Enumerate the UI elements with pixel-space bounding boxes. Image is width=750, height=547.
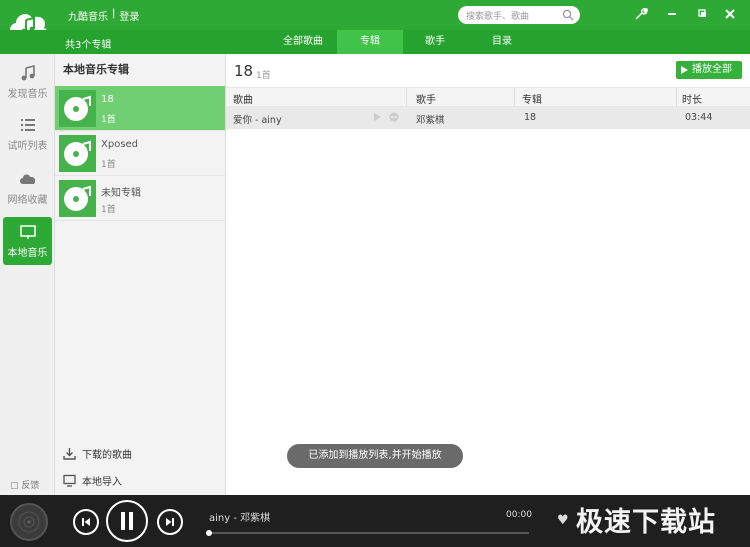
progress-knob[interactable] [206, 530, 212, 536]
sidebar-item-label: 本地音乐 [7, 248, 48, 259]
progress-slider[interactable] [206, 530, 529, 536]
now-playing-disc[interactable] [10, 503, 48, 541]
tab-albums[interactable]: 专辑 [337, 30, 403, 54]
search-icon[interactable] [562, 9, 574, 21]
downloaded-songs-link[interactable]: 下载的歌曲 [63, 446, 132, 461]
pause-button[interactable] [106, 500, 148, 542]
feedback-link[interactable]: ▢ 反馈 [10, 478, 39, 491]
album-item[interactable]: 18 1首 [55, 86, 225, 131]
tab-bar: 共3个专辑 全部歌曲 专辑 歌手 目录 [0, 30, 750, 54]
album-count: 共3个专辑 [65, 40, 112, 51]
column-duration[interactable]: 时长 [682, 91, 702, 106]
table-row[interactable]: 爱你 - ainy 邓紫棋 18 03:44 [226, 107, 750, 129]
search-placeholder: 搜索歌手、歌曲 [466, 12, 530, 22]
play-icon [681, 66, 688, 74]
download-icon [63, 448, 76, 460]
more-icon[interactable] [389, 112, 399, 122]
monitor-icon [19, 225, 36, 239]
song-title: 爱你 - ainy [233, 115, 282, 126]
minimize-icon[interactable] [664, 6, 680, 22]
album-song-count: 1首 [101, 160, 116, 170]
skip-next-icon [166, 518, 174, 526]
sidebar-item-local-music[interactable]: 本地音乐 [3, 217, 52, 265]
play-row-icon[interactable] [372, 112, 382, 122]
tab-artists[interactable]: 歌手 [413, 30, 457, 54]
watermark-text: 极速下载站 [576, 507, 716, 538]
music-note-icon [21, 64, 35, 81]
table-header: 歌曲 歌手 专辑 时长 [226, 87, 750, 108]
title-bar: 九酷音乐 | 登录 搜索歌手、歌曲 [0, 0, 750, 37]
login-link[interactable]: 登录 [119, 8, 139, 23]
close-icon[interactable] [722, 6, 738, 22]
now-playing-track: ainy - 邓紫棋 [209, 513, 271, 524]
column-song[interactable]: 歌曲 [233, 91, 253, 106]
computer-icon [63, 474, 76, 487]
album-name: Xposed [101, 139, 139, 150]
chat-bubble-icon: ▢ [10, 481, 19, 491]
sidebar-item-playlist[interactable]: 试听列表 [3, 110, 52, 158]
album-item[interactable]: Xposed 1首 [55, 131, 225, 176]
column-divider [514, 88, 515, 108]
album-list-title: 本地音乐专辑 [63, 63, 129, 76]
album-item[interactable]: 未知专辑 1首 [55, 176, 225, 221]
column-divider [406, 88, 407, 108]
play-all-button[interactable]: 播放全部 [676, 61, 742, 79]
list-icon [20, 119, 35, 131]
settings-wrench-icon[interactable] [633, 6, 649, 22]
title-separator: | [112, 8, 116, 19]
cloud-icon [19, 174, 35, 184]
album-disc-icon [59, 90, 96, 127]
album-disc-icon [59, 135, 96, 172]
song-album: 18 [524, 112, 537, 123]
song-artist: 邓紫棋 [416, 115, 445, 126]
downloaded-songs-label: 下载的歌曲 [82, 450, 132, 461]
album-title: 18 [234, 62, 254, 80]
skip-previous-icon [82, 518, 90, 526]
album-disc-icon [59, 180, 96, 217]
sidebar: 发现音乐 试听列表 网络收藏 本地音乐 ▢ 反馈 [0, 54, 55, 495]
sidebar-item-cloud[interactable]: 网络收藏 [3, 164, 52, 212]
song-duration: 03:44 [685, 112, 713, 123]
playback-time: 00:00 [506, 510, 532, 520]
vinyl-disc-icon [18, 511, 40, 533]
sidebar-item-label: 网络收藏 [7, 195, 48, 206]
sidebar-item-label: 发现音乐 [7, 89, 48, 100]
album-name: 未知专辑 [101, 188, 141, 199]
sidebar-item-label: 试听列表 [7, 141, 48, 152]
album-song-count: 1首 [101, 115, 116, 125]
toast-message: 已添加到播放列表,并开始播放 [287, 444, 463, 468]
album-name: 18 [101, 94, 114, 105]
sidebar-item-discover[interactable]: 发现音乐 [3, 58, 52, 106]
favorite-heart-icon[interactable]: ♥ [557, 513, 569, 528]
album-subtitle: 1首 [256, 71, 271, 81]
search-input[interactable]: 搜索歌手、歌曲 [458, 6, 580, 24]
restore-icon[interactable] [694, 6, 710, 22]
album-list-panel: 本地音乐专辑 18 1首 Xposed 1首 未知专辑 1首 下载的歌曲 本地导… [55, 54, 226, 495]
pause-icon [121, 512, 133, 530]
local-import-label: 本地导入 [82, 477, 122, 488]
column-divider [676, 88, 677, 108]
tab-all-songs[interactable]: 全部歌曲 [276, 30, 330, 54]
next-button[interactable] [157, 509, 183, 535]
local-import-link[interactable]: 本地导入 [63, 473, 122, 488]
app-name: 九酷音乐 [68, 12, 108, 23]
column-artist[interactable]: 歌手 [416, 91, 436, 106]
column-album[interactable]: 专辑 [522, 91, 542, 106]
player-bar: ainy - 邓紫棋 00:00 ♥ 极速下载站 [0, 495, 750, 547]
song-list-panel: 18 1首 播放全部 歌曲 歌手 专辑 时长 爱你 - ainy 邓紫棋 18 … [226, 54, 750, 495]
album-song-count: 1首 [101, 205, 116, 215]
tab-folders[interactable]: 目录 [480, 30, 524, 54]
previous-button[interactable] [73, 509, 99, 535]
